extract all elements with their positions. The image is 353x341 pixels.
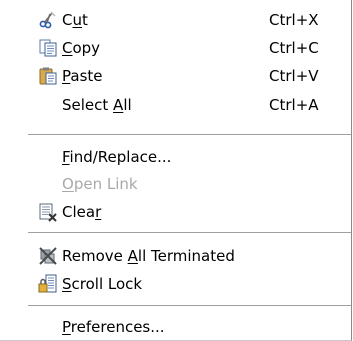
menu-item-label: Paste xyxy=(62,67,103,85)
shortcut-text: Ctrl+V xyxy=(269,67,319,85)
menu-item-label: Open Link xyxy=(62,175,138,193)
menu-separator xyxy=(28,305,351,306)
menu-item-label: Preferences... xyxy=(62,318,165,336)
menu-item-label: Select All xyxy=(62,96,132,114)
menu-item-label: Cut xyxy=(62,11,88,29)
menu-separator xyxy=(28,134,351,135)
scroll-lock-icon xyxy=(38,274,58,294)
menu-item-cut[interactable]: Cut Ctrl+X xyxy=(0,8,351,32)
menu-item-label: Scroll Lock xyxy=(62,275,143,293)
context-menu: Cut Ctrl+X Copy Ctrl+C Paste Ctrl+V Sele… xyxy=(0,0,352,341)
clear-console-icon xyxy=(38,202,58,222)
menu-item-paste[interactable]: Paste Ctrl+V xyxy=(0,64,351,88)
copy-icon xyxy=(38,38,58,58)
menu-item-open-link: Open Link xyxy=(0,172,351,196)
shortcut-text: Ctrl+A xyxy=(269,96,319,114)
menu-item-label: Remove All Terminated xyxy=(62,247,235,265)
menu-separator xyxy=(28,232,351,233)
shortcut-text: Ctrl+X xyxy=(269,11,319,29)
menu-item-clear[interactable]: Clear xyxy=(0,200,351,224)
menu-item-label: Clear xyxy=(62,203,102,221)
menu-item-remove-all-terminated[interactable]: Remove All Terminated xyxy=(0,244,351,268)
scissors-icon xyxy=(38,10,58,30)
menu-item-select-all[interactable]: Select All Ctrl+A xyxy=(0,93,351,117)
menu-item-label: Copy xyxy=(62,39,101,57)
menu-item-copy[interactable]: Copy Ctrl+C xyxy=(0,36,351,60)
clipboard-icon xyxy=(38,66,58,86)
remove-terminated-icon xyxy=(38,246,58,266)
shortcut-text: Ctrl+C xyxy=(269,39,319,57)
menu-item-scroll-lock[interactable]: Scroll Lock xyxy=(0,272,351,296)
menu-item-preferences[interactable]: Preferences... xyxy=(0,315,351,339)
menu-item-label: Find/Replace... xyxy=(62,148,172,166)
menu-item-find-replace[interactable]: Find/Replace... xyxy=(0,145,351,169)
